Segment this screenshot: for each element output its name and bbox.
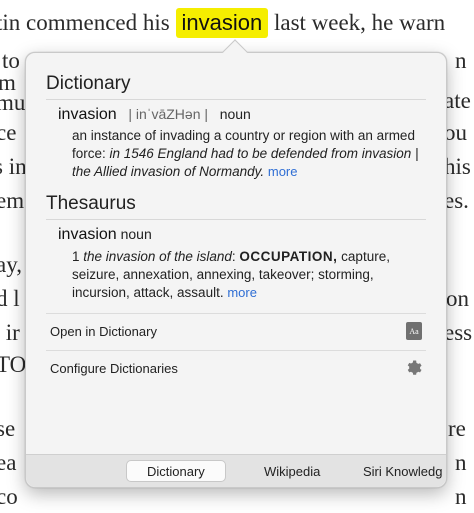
dictionary-entry-header: invasion | inˈvāZHən | noun <box>58 106 432 124</box>
sense-example: the invasion of the island <box>83 249 232 264</box>
right-fragment: re <box>448 416 466 441</box>
left-fragment: se <box>0 416 16 441</box>
right-fragment: es. <box>444 188 469 213</box>
right-fragment: n <box>455 484 467 509</box>
thesaurus-part-of-speech: noun <box>120 226 152 242</box>
right-fragment: ess <box>444 320 473 345</box>
right-fragment: ate <box>444 88 471 113</box>
document-text-before: tin commenced his <box>0 10 170 35</box>
left-fragment: ay, <box>0 252 22 277</box>
highlighted-word[interactable]: invasion <box>175 8 269 38</box>
sense-number: 1 <box>72 249 80 264</box>
left-fragment: co <box>0 484 18 509</box>
open-in-dictionary-label: Open in Dictionary <box>50 323 157 339</box>
right-fragment: n <box>455 48 467 73</box>
dictionary-headword: invasion <box>58 106 117 123</box>
left-fragment: em <box>0 188 25 213</box>
configure-dictionaries-button[interactable]: Configure Dictionaries <box>50 357 422 379</box>
dictionary-more-link[interactable]: more <box>268 164 298 179</box>
left-fragment: d l <box>0 286 20 311</box>
sense-keyword: OCCUPATION, <box>239 249 338 264</box>
tab-siri-knowledge[interactable]: Siri Knowledge <box>363 460 443 482</box>
thesaurus-sense: 1 the invasion of the island: OCCUPATION… <box>72 249 390 300</box>
left-fragment: s in <box>0 154 27 179</box>
actions-top-divider <box>46 313 426 314</box>
lookup-popover: Dictionary invasion | inˈvāZHən | noun a… <box>25 39 447 488</box>
popover-content: Dictionary invasion | inˈvāZHən | noun a… <box>26 53 446 487</box>
dictionary-part-of-speech: noun <box>219 106 251 122</box>
dictionary-section-title: Dictionary <box>46 73 131 94</box>
dictionary-divider <box>46 99 426 100</box>
left-fragment: ea <box>0 450 17 475</box>
gear-icon <box>407 360 422 375</box>
right-fragment: on <box>446 286 469 311</box>
source-tab-bar: Dictionary Wikipedia Siri Knowledge <box>26 454 446 487</box>
thesaurus-section-title: Thesaurus <box>46 193 136 214</box>
right-fragment: his <box>444 154 471 179</box>
thesaurus-divider <box>46 219 426 220</box>
thesaurus-more-link[interactable]: more <box>227 285 257 300</box>
left-fragment: mu <box>0 90 26 115</box>
left-fragment: ce <box>0 120 17 145</box>
left-fragment: ’ ir <box>0 320 20 345</box>
definition-example: in 1546 England had to be defended from … <box>72 146 419 179</box>
tab-wikipedia[interactable]: Wikipedia <box>264 460 320 482</box>
tab-dictionary[interactable]: Dictionary <box>126 460 226 482</box>
actions-middle-divider <box>46 350 426 351</box>
open-in-dictionary-button[interactable]: Open in Dictionary Aa <box>50 320 422 342</box>
document-text-after: last week, he warn <box>273 10 446 35</box>
right-fragment: ou <box>444 120 467 145</box>
right-fragment: n <box>455 450 467 475</box>
pronunciation: | inˈvāZHən | <box>128 106 209 122</box>
configure-dictionaries-label: Configure Dictionaries <box>50 360 178 376</box>
dictionary-definition: an instance of invading a country or reg… <box>72 127 432 181</box>
dictionary-app-icon: Aa <box>406 322 422 340</box>
thesaurus-headword: invasion <box>58 226 117 243</box>
left-fragment: TO <box>0 352 27 377</box>
thesaurus-entry-header: invasion noun <box>58 226 432 244</box>
document-line-1: tin commenced his invasion last week, he… <box>0 8 446 38</box>
